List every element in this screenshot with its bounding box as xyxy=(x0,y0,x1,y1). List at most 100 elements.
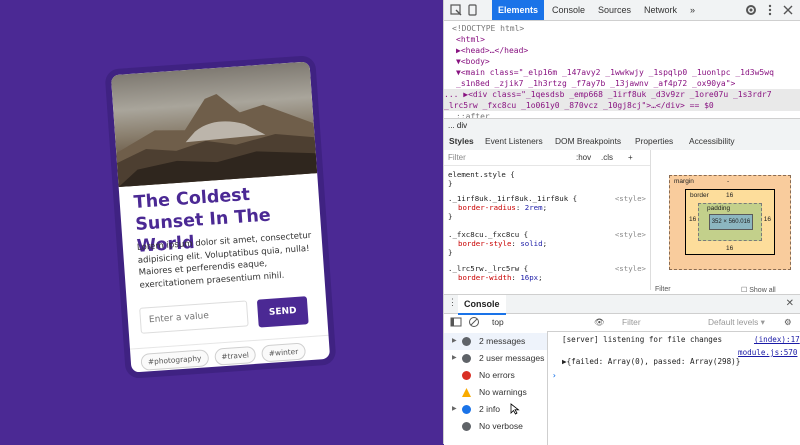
style-rule-element: element.style { } xyxy=(448,170,646,188)
devtools-toolbar: Elements Console Sources Network » xyxy=(444,0,800,21)
styles-pane: Filter :hov .cls + element.style { } ._1… xyxy=(444,150,651,290)
dom-html[interactable]: <html> xyxy=(456,34,485,45)
mountain-image-icon xyxy=(116,93,318,188)
rule-source-link[interactable]: <style> xyxy=(615,264,646,273)
sidebar-item-errors[interactable]: No errors xyxy=(444,367,547,384)
message-text: [server] listening for file changes xyxy=(562,335,723,344)
card-input-row: SEND xyxy=(139,295,325,336)
inspect-icon[interactable] xyxy=(449,3,463,17)
list-icon xyxy=(462,337,471,346)
sidebar-item-label: 2 messages xyxy=(479,336,526,346)
tab-sources[interactable]: Sources xyxy=(592,0,637,20)
dom-selected-div[interactable]: ... ▶<div class="_1qesdsb _emp668 _1irf8… xyxy=(444,89,800,100)
prop-value: solid xyxy=(520,239,543,248)
breadcrumb-text[interactable]: ... div xyxy=(448,119,467,133)
style-rule-3: ._lrc5rw._lrc5rw { <style> border-width:… xyxy=(448,264,646,282)
value-input[interactable] xyxy=(139,300,249,334)
kebab-menu-icon[interactable] xyxy=(763,3,777,17)
rule-source-link[interactable]: <style> xyxy=(615,194,646,203)
sidebar-item-label: No errors xyxy=(479,370,515,380)
tab-console[interactable]: Console xyxy=(546,0,591,20)
device-toolbar-icon[interactable] xyxy=(466,3,480,17)
tab-elements[interactable]: Elements xyxy=(492,0,545,20)
dom-head[interactable]: ▶<head>…</head> xyxy=(456,45,528,56)
border-value-top: 16 xyxy=(726,192,734,199)
show-all-checkbox[interactable]: ☐ Show all xyxy=(741,286,776,294)
sidebar-item-user-messages[interactable]: ▶ 2 user messages xyxy=(444,350,547,367)
box-padding[interactable]: padding 352 × 560.016 xyxy=(698,203,762,241)
source-link[interactable]: (index):17 xyxy=(754,335,800,344)
drawer-menu-icon[interactable]: ⋮ xyxy=(448,297,457,308)
console-message[interactable]: ▶{failed: Array(0), passed: Array(298)} xyxy=(562,357,740,366)
hov-toggle[interactable]: :hov xyxy=(576,150,591,165)
mouse-cursor-icon xyxy=(510,403,520,415)
tag-winter[interactable]: #winter xyxy=(261,342,306,363)
tab-dom-breakpoints[interactable]: DOM Breakpoints xyxy=(550,132,626,150)
breadcrumb: ... div xyxy=(444,118,800,133)
rule-selector[interactable]: element.style { xyxy=(448,170,646,179)
sidebar-item-messages[interactable]: ▶ 2 messages xyxy=(444,333,547,350)
padding-label: padding xyxy=(707,205,731,212)
rule-prop-line[interactable]: border-width: 16px; xyxy=(448,273,646,282)
dom-main[interactable]: ▼<main class="_elp16m _147avy2 _1wwkwjy … xyxy=(456,67,774,78)
margin-value: - xyxy=(727,178,730,185)
console-prompt[interactable]: › xyxy=(552,371,557,380)
gear-icon[interactable]: ⚙ xyxy=(784,313,792,331)
box-content[interactable]: 352 × 560.016 xyxy=(709,214,753,230)
gear-icon[interactable] xyxy=(744,3,758,17)
computed-filter-input[interactable]: Filter xyxy=(655,286,671,293)
border-value-right: 16 xyxy=(763,216,771,223)
console-message: [server] listening for file changes xyxy=(562,335,722,344)
border-value-left: 16 xyxy=(689,216,697,223)
tab-console-drawer[interactable]: Console xyxy=(458,295,506,315)
styles-filter-input[interactable]: Filter xyxy=(448,150,466,165)
sidebar-item-label: No verbose xyxy=(479,421,523,431)
rule-source-link[interactable]: <style> xyxy=(615,230,646,239)
style-rule-1: ._1irf8uk._1irf8uk._1irf8uk { <style> bo… xyxy=(448,194,646,221)
tab-properties[interactable]: Properties xyxy=(630,132,678,150)
box-border[interactable]: border 16 16 16 16 padding 352 × 560.016 xyxy=(685,189,775,255)
tab-event-listeners[interactable]: Event Listeners xyxy=(480,132,548,150)
expand-icon: ▶ xyxy=(452,406,457,412)
source-link[interactable]: module.js:570 xyxy=(738,348,797,357)
dom-doctype[interactable]: <!DOCTYPE html> xyxy=(452,23,524,34)
new-rule-button[interactable]: + xyxy=(628,150,633,165)
tag-travel[interactable]: #travel xyxy=(213,345,257,366)
tab-accessibility[interactable]: Accessibility xyxy=(684,132,740,150)
card-photo xyxy=(110,61,318,188)
context-selector[interactable]: top xyxy=(492,313,504,331)
prop-value: 2rem xyxy=(524,203,543,212)
sidebar-item-verbose[interactable]: No verbose xyxy=(444,418,547,435)
more-tabs-button[interactable]: » xyxy=(684,0,701,20)
tag-photography[interactable]: #photography xyxy=(140,349,209,371)
log-levels-dropdown[interactable]: Default levels ▾ xyxy=(708,313,765,331)
tab-styles[interactable]: Styles xyxy=(444,132,479,152)
dom-body[interactable]: ▼<body> xyxy=(456,56,490,67)
expand-icon: ▶ xyxy=(452,355,457,361)
show-all-label: Show all xyxy=(749,287,776,294)
rule-prop-line[interactable]: border-style: solid; xyxy=(448,239,646,248)
expand-icon: ▶ xyxy=(452,338,457,344)
user-icon xyxy=(462,354,471,363)
prop-name: border-radius xyxy=(458,203,516,212)
console-drawer-tabs: ⋮ Console ✕ xyxy=(444,295,800,315)
clear-console-icon[interactable] xyxy=(468,316,480,328)
sidebar-item-warnings[interactable]: No warnings xyxy=(444,384,547,401)
close-icon[interactable] xyxy=(781,3,795,17)
bug-icon xyxy=(462,422,471,431)
console-toolbar: top 👁 Filter Default levels ▾ ⚙ xyxy=(444,313,800,332)
message-text: ▶{failed: Array(0), passed: Array(298)} xyxy=(562,357,741,366)
eye-icon[interactable]: 👁 xyxy=(594,313,605,331)
console-sidebar: ▶ 2 messages ▶ 2 user messages No errors… xyxy=(444,331,548,445)
console-filter-input[interactable]: Filter xyxy=(622,313,641,331)
box-margin[interactable]: margin - border 16 16 16 16 padding 352 … xyxy=(669,175,791,270)
close-icon[interactable]: ✕ xyxy=(786,298,794,309)
cls-toggle[interactable]: .cls xyxy=(601,150,613,165)
send-button[interactable]: SEND xyxy=(256,296,309,328)
sidebar-toggle-icon[interactable] xyxy=(450,316,462,328)
rule-end: } xyxy=(448,248,453,257)
demo-page-background: The Coldest Sunset In The World Lorem ip… xyxy=(0,0,443,444)
rule-prop-line[interactable]: border-radius: 2rem; xyxy=(448,203,646,212)
tab-network[interactable]: Network xyxy=(638,0,683,20)
sidebar-item-info[interactable]: ▶ 2 info xyxy=(444,401,547,418)
